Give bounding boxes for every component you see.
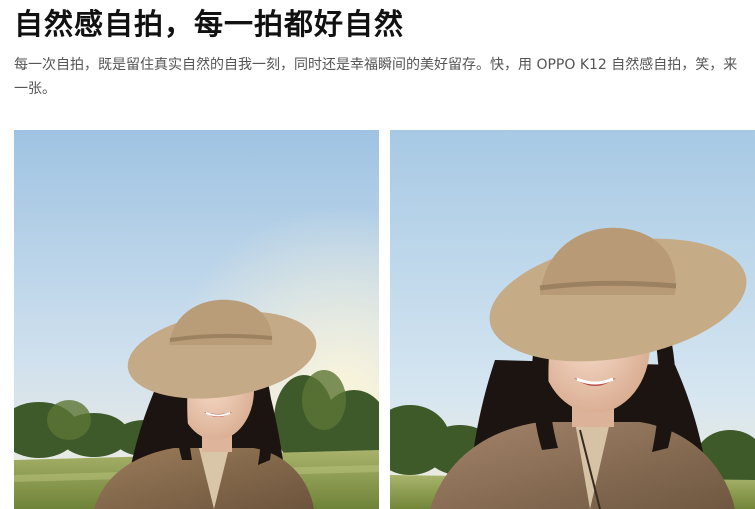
article-title: 自然感自拍，每一拍都好自然 [14, 7, 405, 41]
photo-gallery [14, 130, 755, 509]
article-subtitle: 每一次自拍，既是留住真实自然的自我一刻，同时还是幸福瞬间的美好留存。快，用 OP… [14, 57, 738, 97]
selfie-photo-right [390, 130, 755, 509]
article-section: 自然感自拍，每一拍都好自然 每一次自拍，既是留住真实自然的自我一刻，同时还是幸福… [0, 0, 755, 509]
selfie-photo-left-image [14, 130, 379, 509]
selfie-photo-left [14, 130, 379, 509]
selfie-photo-right-image [390, 130, 755, 509]
